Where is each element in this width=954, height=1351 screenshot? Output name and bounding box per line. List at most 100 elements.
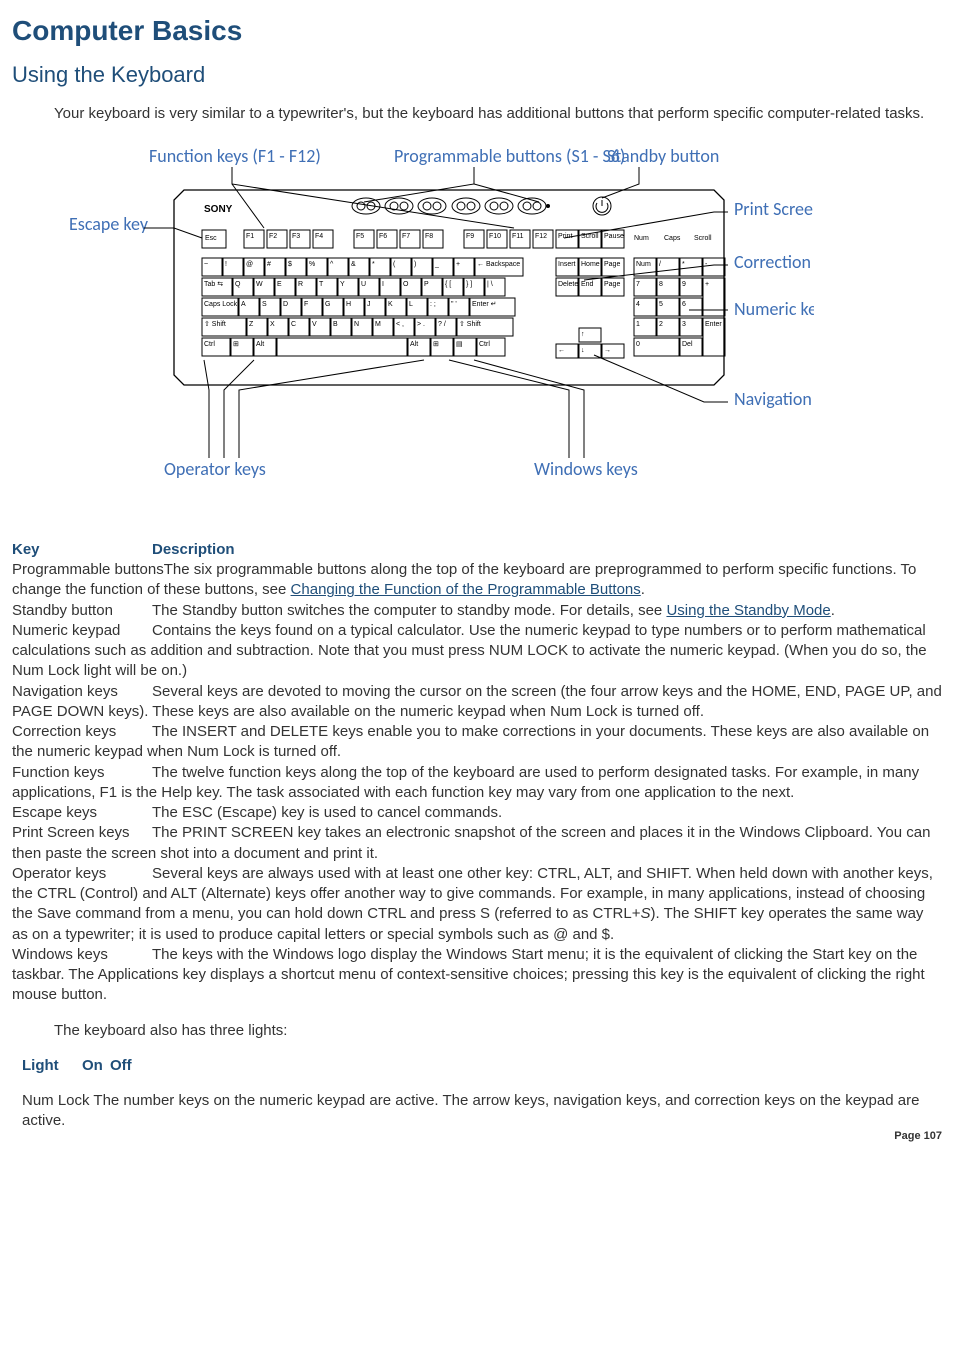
svg-text:Pause: Pause (604, 233, 624, 240)
svg-text:8: 8 (659, 281, 663, 288)
svg-text:Del: Del (682, 341, 693, 348)
svg-text:+: + (456, 261, 460, 268)
key-name: Standby button (12, 601, 152, 621)
svg-text:> .: > . (417, 321, 425, 328)
callout-escape: Escape key (69, 213, 149, 235)
svg-text:? /: ? / (438, 321, 446, 328)
table-row: Navigation keysSeveral keys are devoted … (12, 682, 942, 723)
cross-reference-link[interactable]: Using the Standby Mode (666, 602, 830, 619)
key-name: Operator keys (12, 864, 152, 884)
svg-text:→: → (604, 347, 611, 354)
svg-text:7: 7 (636, 281, 640, 288)
svg-text:: ;: : ; (430, 301, 436, 308)
svg-text:Alt: Alt (410, 341, 418, 348)
table-row: Standby buttonThe Standby button switche… (12, 601, 942, 621)
svg-text:4: 4 (636, 301, 640, 308)
svg-text:2: 2 (659, 321, 663, 328)
svg-text:Alt: Alt (256, 341, 264, 348)
svg-text:Esc: Esc (205, 235, 217, 242)
svg-text:Enter: Enter (705, 321, 722, 328)
svg-text:_: _ (434, 261, 439, 268)
svg-text:D: D (283, 301, 288, 308)
svg-text:} ]: } ] (466, 281, 472, 288)
lights-intro: The keyboard also has three lights: (54, 1021, 942, 1041)
svg-text:⇧ Shift: ⇧ Shift (459, 320, 481, 328)
callout-programmable: Programmable buttons (S1 - S6) (394, 145, 625, 167)
svg-text:Z: Z (249, 321, 254, 328)
svg-text:U: U (361, 281, 366, 288)
header-description: Description (152, 540, 235, 560)
svg-text:V: V (312, 321, 317, 328)
key-name: Function keys (12, 763, 152, 783)
key-table-headers: Key Description (12, 540, 942, 560)
svg-text:J: J (367, 301, 371, 308)
svg-text:F3: F3 (292, 233, 300, 240)
svg-text:9: 9 (682, 281, 686, 288)
svg-text:I: I (382, 281, 384, 288)
key-name: Windows keys (12, 945, 152, 965)
brand-label: SONY (204, 204, 233, 215)
svg-text:~: ~ (204, 261, 208, 268)
svg-text:Num: Num (634, 235, 649, 242)
svg-text:< ,: < , (396, 321, 404, 328)
svg-text:C: C (291, 321, 296, 328)
svg-text:L: L (409, 301, 413, 308)
svg-text:▤: ▤ (456, 341, 463, 348)
svg-text:+: + (705, 281, 709, 288)
svg-text:/: / (659, 261, 661, 268)
svg-text:F: F (304, 301, 308, 308)
svg-text:Y: Y (340, 281, 345, 288)
svg-text:T: T (319, 281, 324, 288)
svg-text:6: 6 (682, 301, 686, 308)
key-name: Escape keys (12, 803, 152, 823)
svg-text:↑: ↑ (581, 331, 585, 338)
svg-text:Page: Page (604, 281, 620, 288)
svg-text:0: 0 (636, 341, 640, 348)
svg-text:Num: Num (636, 261, 651, 268)
svg-text:F5: F5 (356, 233, 364, 240)
svg-text:A: A (241, 301, 246, 308)
svg-text:" ': " ' (451, 301, 457, 308)
callout-standby: Standby button (607, 145, 719, 167)
svg-text:F9: F9 (466, 233, 474, 240)
intro-paragraph: Your keyboard is very similar to a typew… (54, 104, 942, 124)
key-name: Numeric keypad (12, 621, 152, 641)
table-row: Programmable buttonsThe six programmable… (12, 560, 942, 601)
key-name: Navigation keys (12, 682, 152, 702)
callout-navigation: Navigation keys (734, 388, 814, 410)
svg-text:↓: ↓ (581, 347, 585, 354)
callout-print-screen: Print Screen key (734, 198, 814, 220)
table-row: Num Lock The number keys on the numeric … (22, 1091, 942, 1132)
svg-text:P: P (424, 281, 429, 288)
svg-text:← Backspace: ← Backspace (477, 261, 520, 268)
svg-text:B: B (333, 321, 338, 328)
svg-text:Home: Home (581, 261, 600, 268)
svg-text:-: - (705, 261, 708, 268)
svg-text:@: @ (246, 261, 253, 268)
svg-text:R: R (298, 281, 303, 288)
keyboard-diagram: Function keys (F1 - F12) Programmable bu… (54, 140, 942, 516)
svg-text:G: G (325, 301, 330, 308)
callout-correction: Correction keys (734, 251, 814, 273)
svg-text:^: ^ (330, 261, 334, 268)
lights-headers: Light On Off (22, 1056, 942, 1076)
svg-text:F10: F10 (489, 233, 501, 240)
page-title: Computer Basics (12, 12, 942, 50)
table-row: Operator keysSeveral keys are always use… (12, 864, 942, 945)
svg-text:Tab ⇆: Tab ⇆ (204, 281, 223, 288)
svg-text:Caps: Caps (664, 235, 681, 242)
svg-text:←: ← (558, 347, 565, 354)
svg-text:Scroll: Scroll (694, 235, 712, 242)
svg-text:(: ( (393, 261, 396, 268)
svg-text:S: S (262, 301, 267, 308)
svg-text:End: End (581, 281, 594, 288)
svg-text:| \: | \ (487, 281, 493, 288)
svg-text:F7: F7 (402, 233, 410, 240)
cross-reference-link[interactable]: Changing the Function of the Programmabl… (291, 581, 641, 598)
table-row: Escape keysThe ESC (Escape) key is used … (12, 803, 942, 823)
page-subtitle: Using the Keyboard (12, 60, 942, 90)
svg-text:Page: Page (604, 261, 620, 268)
svg-text:H: H (346, 301, 351, 308)
svg-text:!: ! (225, 261, 227, 268)
svg-text:%: % (309, 261, 315, 268)
